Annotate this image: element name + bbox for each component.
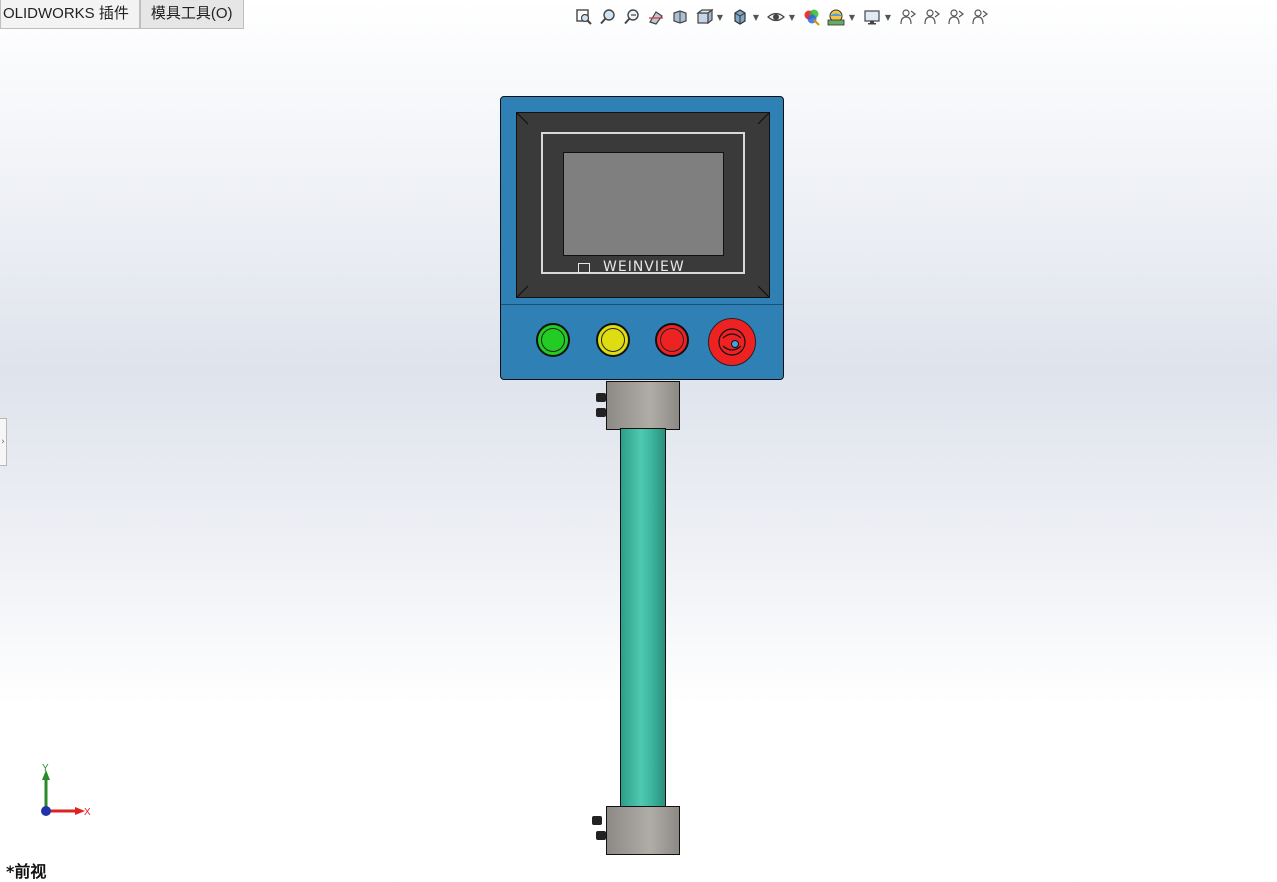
view-settings-caret-icon[interactable]: ▼: [884, 6, 892, 28]
yellow-indicator-button[interactable]: [596, 323, 630, 357]
hide-show-items-icon[interactable]: [764, 6, 788, 28]
upper-clamp-bolt-2: [596, 408, 606, 417]
view-orientation-caret-icon[interactable]: ▼: [716, 6, 724, 28]
panel-divider: [501, 304, 783, 305]
lower-clamp-bolt-2: [596, 831, 606, 840]
viewport-3-icon[interactable]: [944, 6, 968, 28]
feature-manager-expand-tab[interactable]: ›: [0, 418, 7, 466]
view-settings-icon[interactable]: [860, 6, 884, 28]
hide-show-caret-icon[interactable]: ▼: [788, 6, 796, 28]
hmi-screen[interactable]: [563, 152, 724, 256]
dynamic-annotation-icon[interactable]: [668, 6, 692, 28]
viewport-1-icon[interactable]: [896, 6, 920, 28]
viewport-2-icon[interactable]: [920, 6, 944, 28]
red-indicator-button[interactable]: [655, 323, 689, 357]
display-style-icon[interactable]: [728, 6, 752, 28]
zoom-to-area-icon[interactable]: [596, 6, 620, 28]
support-pole[interactable]: [620, 428, 666, 808]
y-axis-label: Y: [42, 763, 49, 774]
previous-view-icon[interactable]: [620, 6, 644, 28]
viewport-4-icon[interactable]: [968, 6, 992, 28]
zoom-to-fit-icon[interactable]: [572, 6, 596, 28]
lower-mount-clamp[interactable]: [606, 806, 680, 855]
display-style-caret-icon[interactable]: ▼: [752, 6, 760, 28]
coordinate-triad: Y X: [41, 763, 91, 818]
green-lens: [541, 328, 565, 352]
view-orientation-icon[interactable]: [692, 6, 716, 28]
tab-solidworks-addins[interactable]: OLIDWORKS 插件: [0, 0, 140, 29]
upper-mount-clamp[interactable]: [606, 381, 680, 430]
yellow-lens: [601, 328, 625, 352]
tab-mold-tools[interactable]: 模具工具(O): [139, 0, 244, 29]
emergency-stop-button[interactable]: [708, 318, 756, 366]
command-manager-tabs: OLIDWORKS 插件 模具工具(O): [0, 0, 244, 30]
apply-scene-icon[interactable]: [824, 6, 848, 28]
heads-up-view-toolbar: ▼ ▼ ▼ ▼ ▼: [572, 5, 992, 29]
upper-clamp-bolt-1: [596, 393, 606, 402]
lower-clamp-bolt-1: [592, 816, 602, 825]
hmi-brand-label: WEINVIEW: [603, 259, 685, 275]
apply-scene-caret-icon[interactable]: ▼: [848, 6, 856, 28]
hmi-home-key: [578, 263, 590, 273]
edit-appearance-icon[interactable]: [800, 6, 824, 28]
estop-head-icon: [717, 327, 746, 356]
section-view-icon[interactable]: [644, 6, 668, 28]
view-orientation-label: *前视: [6, 862, 47, 881]
green-indicator-button[interactable]: [536, 323, 570, 357]
x-axis-label: X: [84, 807, 91, 818]
red-lens: [660, 328, 684, 352]
